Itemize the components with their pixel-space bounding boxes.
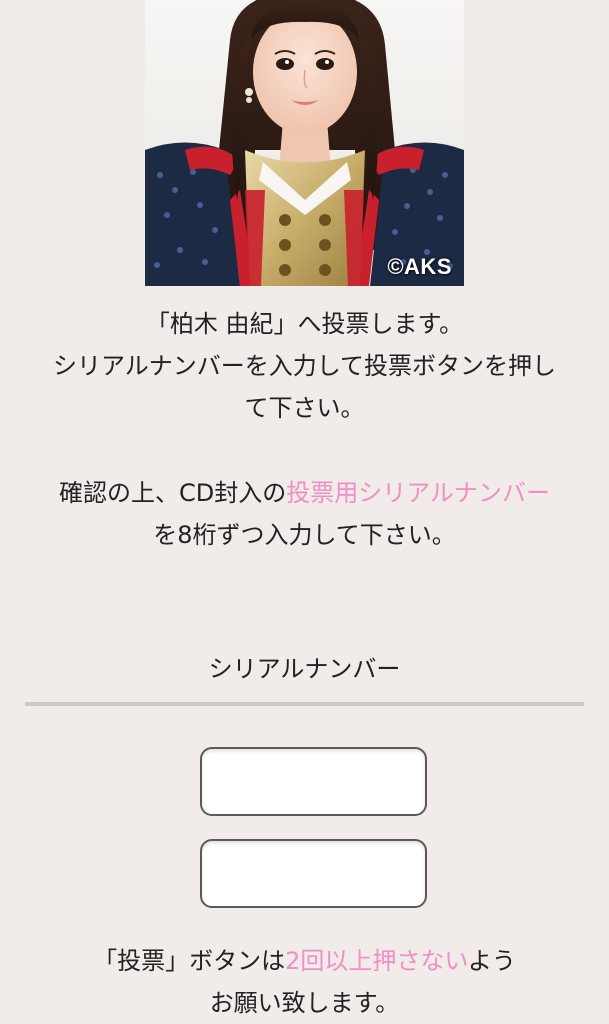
section-divider (25, 702, 584, 706)
serial-number-field-1[interactable] (200, 747, 427, 816)
vote-intro-text: 「柏木 由紀」へ投票します。 シリアルナンバーを入力して投票ボタンを押し て下さ… (0, 303, 609, 429)
instruction-line-2: を8桁ずつ入力して下さい。 (153, 521, 456, 549)
member-photo: ©AKS (145, 0, 464, 286)
notice-warning-highlight: 2回以上押さない (285, 947, 468, 975)
notice-line-2: お願い致します。 (209, 989, 400, 1017)
serial-number-field-2[interactable] (200, 839, 427, 908)
instruction-line-1: 確認の上、CD封入の投票用シリアルナンバー (0, 472, 609, 514)
intro-line-3: て下さい。 (244, 394, 365, 422)
vote-notice-text: 「投票」ボタンは2回以上押さないよう お願い致します。 (0, 940, 609, 1024)
intro-line-2: シリアルナンバーを入力して投票ボタンを押し (52, 352, 557, 380)
serial-instruction-text: 確認の上、CD封入の投票用シリアルナンバー を8桁ずつ入力して下さい。 (0, 472, 609, 556)
member-portrait-illustration (145, 0, 464, 286)
notice-line-1-end: よう (467, 947, 516, 975)
copyright-label: ©AKS (387, 254, 452, 279)
notice-line-1: 「投票」ボタンは2回以上押さないよう (0, 940, 609, 982)
serial-number-link[interactable]: 投票用シリアルナンバー (286, 479, 550, 507)
intro-line-1: 「柏木 由紀」へ投票します。 (145, 310, 464, 338)
serial-number-label: シリアルナンバー (208, 655, 401, 683)
notice-line-1-start: 「投票」ボタンは (93, 947, 286, 975)
instruction-line-1-text: 確認の上、CD封入の (58, 479, 287, 507)
